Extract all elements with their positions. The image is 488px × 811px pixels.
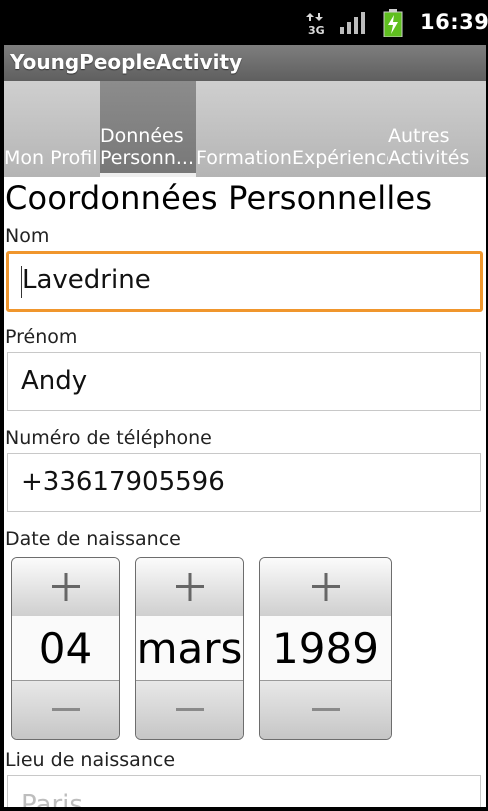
- year-decrement-button[interactable]: [260, 680, 391, 739]
- month-value[interactable]: mars: [136, 616, 243, 681]
- tab-formation[interactable]: Formation: [196, 81, 292, 177]
- nom-value: Lavedrine: [22, 265, 151, 295]
- year-picker: 1989: [259, 557, 392, 740]
- date-naissance-label: Date de naissance: [5, 528, 181, 550]
- tab-mon-profil[interactable]: Mon Profil: [4, 81, 100, 177]
- telephone-value: +33617905596: [21, 467, 225, 497]
- day-increment-button[interactable]: [12, 558, 119, 617]
- tab-label: Expérience: [292, 147, 388, 169]
- title-bar: YoungPeopleActivity: [4, 45, 486, 81]
- year-increment-button[interactable]: [260, 558, 391, 617]
- month-increment-button[interactable]: [136, 558, 243, 617]
- status-time: 16:39: [420, 10, 488, 34]
- year-value[interactable]: 1989: [260, 616, 391, 681]
- section-title: Coordonnées Personnelles: [5, 179, 433, 217]
- prenom-value: Andy: [21, 366, 88, 396]
- day-decrement-button[interactable]: [12, 680, 119, 739]
- tab-label: Formation: [196, 147, 292, 169]
- tab-donnees-personnelles[interactable]: Données Personn...: [100, 81, 196, 177]
- lieu-naissance-label: Lieu de naissance: [5, 749, 176, 771]
- tab-autres-activites[interactable]: Autres Activités: [388, 81, 486, 177]
- app-title: YoungPeopleActivity: [10, 50, 243, 74]
- tab-label: Autres Activités: [388, 125, 470, 169]
- plus-icon: [51, 573, 80, 601]
- prenom-field[interactable]: Andy: [7, 352, 481, 411]
- nom-field[interactable]: Lavedrine: [6, 251, 483, 312]
- plus-icon: [175, 573, 204, 601]
- data-arrows-icon: 3G: [306, 13, 325, 35]
- telephone-field[interactable]: +33617905596: [7, 453, 481, 512]
- minus-icon: [311, 708, 340, 711]
- minus-icon: [175, 708, 204, 711]
- app-window: YoungPeopleActivity Mon Profil Données P…: [4, 45, 486, 807]
- lieu-naissance-value: Paris: [21, 790, 83, 807]
- day-picker: 04: [11, 557, 120, 740]
- network-type-label: 3G: [308, 24, 325, 35]
- signal-icon: [340, 12, 365, 34]
- tab-label: Données Personn...: [100, 125, 195, 169]
- prenom-label: Prénom: [5, 326, 78, 348]
- day-value[interactable]: 04: [12, 616, 119, 681]
- form-content: Coordonnées Personnelles Nom Lavedrine P…: [4, 177, 486, 807]
- month-picker: mars: [135, 557, 244, 740]
- minus-icon: [51, 708, 80, 711]
- telephone-label: Numéro de téléphone: [5, 427, 212, 449]
- lieu-naissance-field[interactable]: Paris: [7, 775, 481, 807]
- tab-bar: Mon Profil Données Personn... Formation …: [4, 81, 486, 177]
- plus-icon: [311, 573, 340, 601]
- nom-label: Nom: [5, 225, 50, 247]
- tab-experience[interactable]: Expérience: [292, 81, 388, 177]
- battery-charging-icon: [383, 9, 403, 37]
- month-decrement-button[interactable]: [136, 680, 243, 739]
- tab-label: Mon Profil: [4, 147, 98, 169]
- status-bar: 3G 16:39: [0, 0, 488, 45]
